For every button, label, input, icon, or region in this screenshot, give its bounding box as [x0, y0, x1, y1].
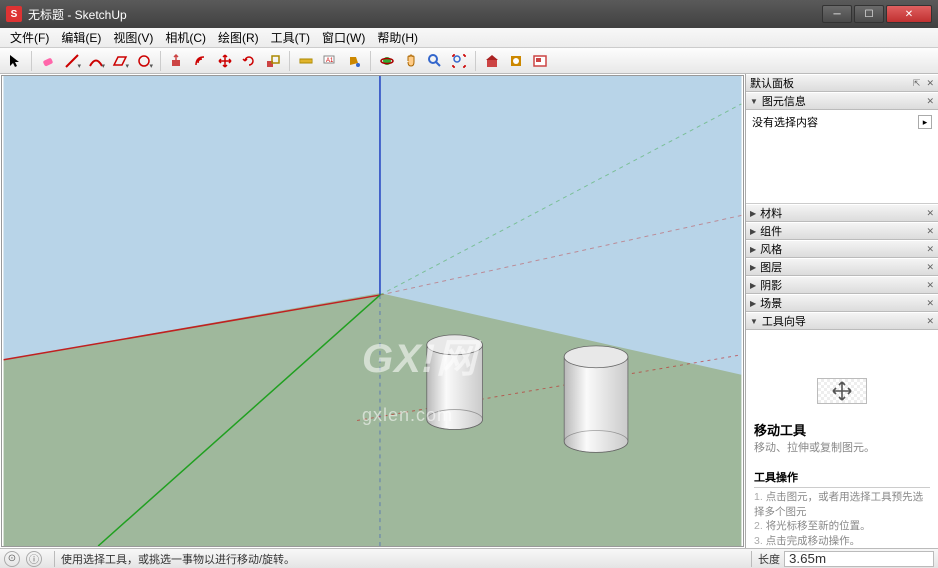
offset-tool[interactable]	[190, 50, 212, 72]
cylinder-1	[427, 335, 483, 430]
rotate-tool[interactable]	[238, 50, 260, 72]
panel-instructor[interactable]: ▼工具向导✕	[746, 312, 938, 330]
separator	[160, 51, 161, 71]
window-buttons: ─ ☐ ✕	[822, 5, 932, 23]
select-tool[interactable]	[4, 50, 26, 72]
menu-camera[interactable]: 相机(C)	[159, 27, 212, 48]
panel-scenes[interactable]: ▶场景✕	[746, 294, 938, 312]
details-toggle-icon[interactable]: ▸	[918, 115, 932, 129]
close-tray-icon[interactable]: ✕	[926, 78, 934, 89]
viewport-canvas	[2, 76, 743, 546]
menu-file[interactable]: 文件(F)	[4, 27, 55, 48]
titlebar: S 无标题 - SketchUp ─ ☐ ✕	[0, 0, 938, 28]
line-tool[interactable]: ▾	[61, 50, 83, 72]
right-tray: 默认面板 ⇱ ✕ ▼ 图元信息 ✕ 没有选择内容 ▸ ▶材料✕ ▶组件✕ ▶风格…	[745, 74, 938, 548]
separator	[31, 51, 32, 71]
separator	[370, 51, 371, 71]
pushpull-tool[interactable]	[166, 50, 188, 72]
panel-layers[interactable]: ▶图层✕	[746, 258, 938, 276]
cylinder-2	[564, 346, 628, 453]
maximize-button[interactable]: ☐	[854, 5, 884, 23]
separator	[751, 551, 752, 567]
tape-tool[interactable]	[295, 50, 317, 72]
pan-tool[interactable]	[400, 50, 422, 72]
instructor-ops: 1. 点击图元，或者用选择工具预先选择多个图元 2. 将光标移至新的位置。 3.…	[754, 490, 930, 548]
panel-close-icon[interactable]: ✕	[926, 96, 934, 107]
scale-tool[interactable]	[262, 50, 284, 72]
menu-view[interactable]: 视图(V)	[107, 27, 159, 48]
circle-tool[interactable]: ▾	[133, 50, 155, 72]
arc-tool[interactable]: ▾	[85, 50, 107, 72]
instructor-body: 移动工具 移动、拉伸或复制图元。 工具操作 1. 点击图元，或者用选择工具预先选…	[746, 330, 938, 548]
panel-entity-info[interactable]: ▼ 图元信息 ✕	[746, 92, 938, 110]
pin-icon[interactable]: ⇱	[913, 78, 921, 89]
separator	[475, 51, 476, 71]
tool-preview	[817, 378, 867, 404]
separator	[289, 51, 290, 71]
tray-title: 默认面板	[750, 75, 913, 91]
viewport[interactable]: GX!网 gxlen.com	[1, 75, 744, 547]
menu-window[interactable]: 窗口(W)	[316, 27, 371, 48]
layout-tool[interactable]	[529, 50, 551, 72]
panel-shadows[interactable]: ▶阴影✕	[746, 276, 938, 294]
app-icon: S	[6, 6, 22, 22]
window-title: 无标题 - SketchUp	[28, 6, 822, 23]
length-label: 长度	[758, 551, 780, 567]
statusbar: ⊙ ⓘ 使用选择工具，或挑选一事物以进行移动/旋转。 长度	[0, 548, 938, 568]
warehouse-tool[interactable]	[481, 50, 503, 72]
extension-tool[interactable]	[505, 50, 527, 72]
menu-tools[interactable]: 工具(T)	[265, 27, 316, 48]
panel-styles[interactable]: ▶风格✕	[746, 240, 938, 258]
separator	[54, 551, 55, 567]
paint-tool[interactable]	[343, 50, 365, 72]
entity-info-text: 没有选择内容	[752, 114, 818, 130]
svg-text:A1: A1	[326, 58, 334, 64]
collapse-icon: ▼	[750, 97, 758, 106]
entity-info-body: 没有选择内容 ▸	[746, 110, 938, 134]
minimize-button[interactable]: ─	[822, 5, 852, 23]
rectangle-tool[interactable]: ▾	[109, 50, 131, 72]
credit-icon[interactable]: ⓘ	[26, 551, 42, 567]
menubar: 文件(F) 编辑(E) 视图(V) 相机(C) 绘图(R) 工具(T) 窗口(W…	[0, 28, 938, 48]
close-button[interactable]: ✕	[886, 5, 932, 23]
measurement-input[interactable]	[784, 551, 934, 567]
zoom-tool[interactable]	[424, 50, 446, 72]
instructor-ops-title: 工具操作	[754, 469, 930, 488]
move-tool[interactable]	[214, 50, 236, 72]
status-hint: 使用选择工具，或挑选一事物以进行移动/旋转。	[61, 551, 745, 567]
zoom-extents-tool[interactable]	[448, 50, 470, 72]
geo-icon[interactable]: ⊙	[4, 551, 20, 567]
panel-materials[interactable]: ▶材料✕	[746, 204, 938, 222]
orbit-tool[interactable]	[376, 50, 398, 72]
instructor-title: 移动工具	[754, 420, 930, 439]
menu-edit[interactable]: 编辑(E)	[55, 27, 107, 48]
tray-header[interactable]: 默认面板 ⇱ ✕	[746, 74, 938, 92]
main-area: GX!网 gxlen.com 默认面板 ⇱ ✕ ▼ 图元信息 ✕ 没有选择内容 …	[0, 74, 938, 548]
menu-draw[interactable]: 绘图(R)	[212, 27, 265, 48]
panel-components[interactable]: ▶组件✕	[746, 222, 938, 240]
menu-help[interactable]: 帮助(H)	[371, 27, 424, 48]
toolbar: ▾ ▾ ▾ ▾ A1	[0, 48, 938, 74]
text-tool[interactable]: A1	[319, 50, 341, 72]
eraser-tool[interactable]	[37, 50, 59, 72]
instructor-subtitle: 移动、拉伸或复制图元。	[754, 439, 930, 455]
